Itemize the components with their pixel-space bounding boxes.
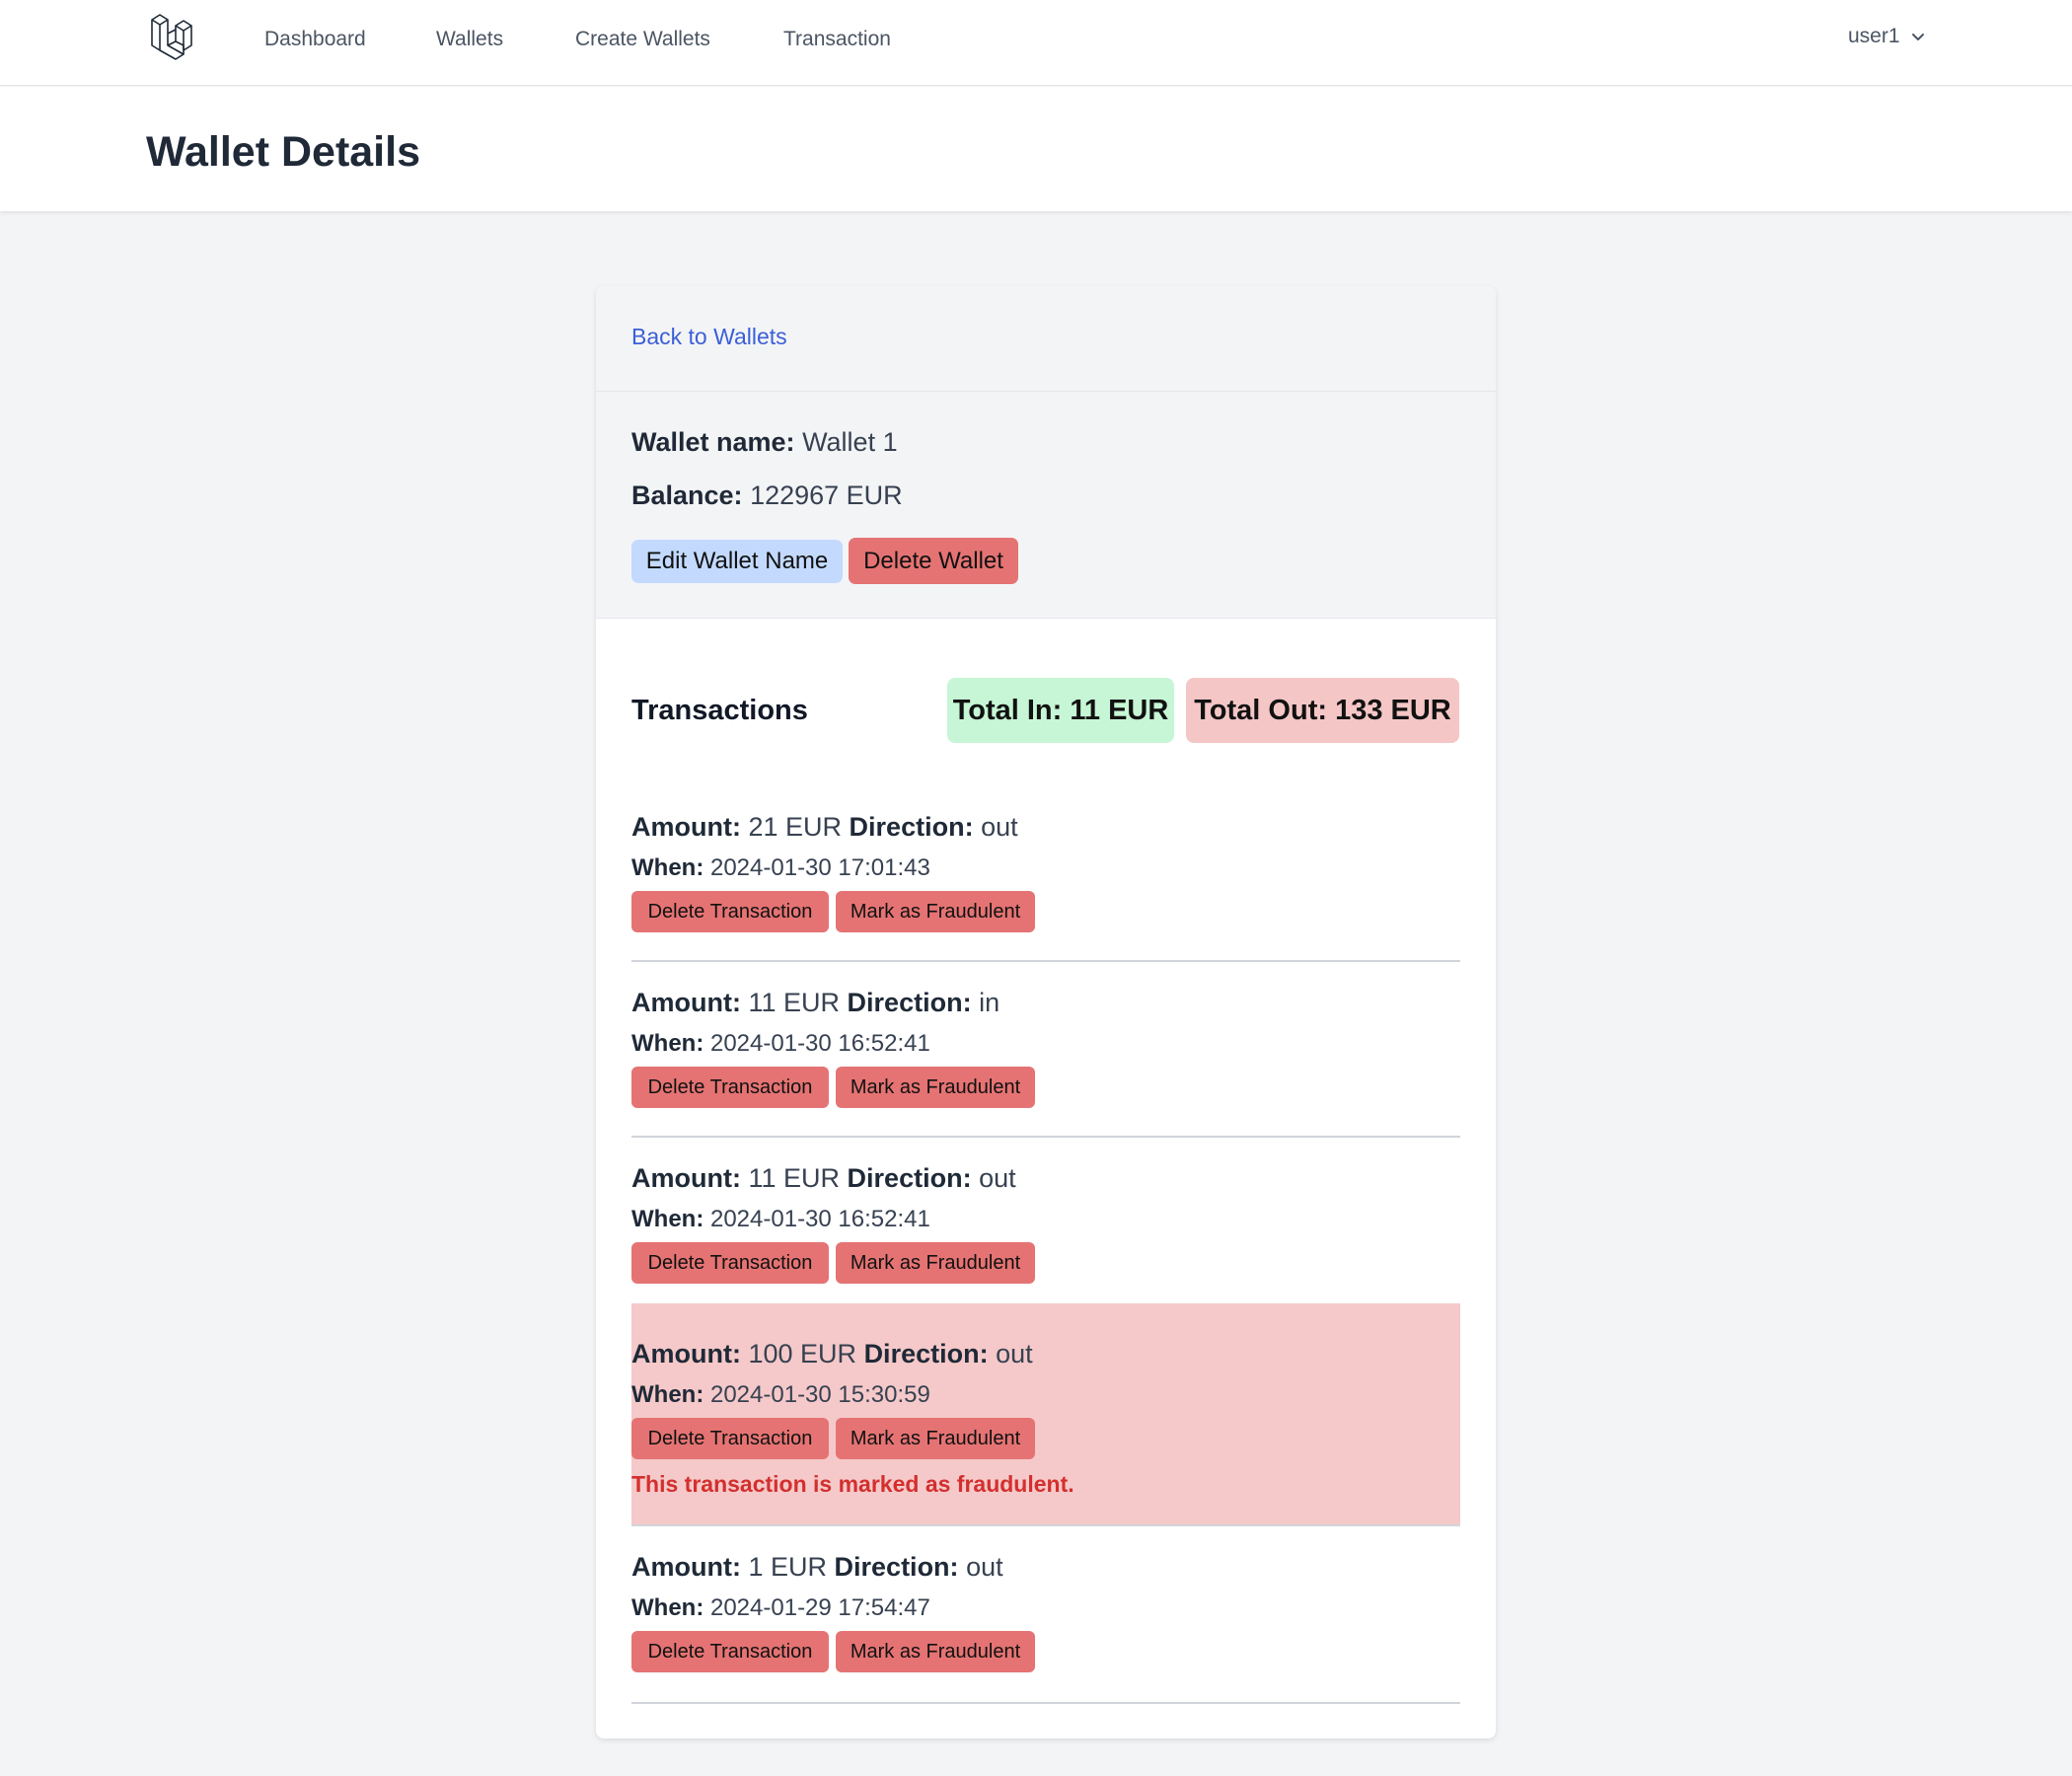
- amount-label: Amount:: [631, 1552, 741, 1582]
- amount-value: 11 EUR: [748, 988, 841, 1017]
- amount-label: Amount:: [631, 812, 741, 842]
- direction-value: out: [996, 1339, 1033, 1369]
- transaction-when-line: When: 2024-01-30 17:01:43: [631, 853, 930, 883]
- amount-value: 11 EUR: [748, 1163, 841, 1193]
- amount-value: 100 EUR: [748, 1339, 857, 1369]
- fraud-warning-message: This transaction is marked as fraudulent…: [631, 1471, 1074, 1497]
- delete-transaction-button[interactable]: Delete Transaction: [631, 1067, 829, 1108]
- when-value: 2024-01-30 15:30:59: [709, 1381, 930, 1408]
- wallet-name-label: Wallet name:: [631, 427, 795, 457]
- laravel-logo-icon[interactable]: [148, 12, 201, 63]
- direction-label: Direction:: [834, 1552, 959, 1582]
- delete-transaction-button[interactable]: Delete Transaction: [631, 1242, 829, 1284]
- balance-label: Balance:: [631, 481, 743, 510]
- chevron-down-icon: [1911, 34, 1924, 40]
- wallet-name-value: Wallet 1: [802, 427, 898, 457]
- transaction-when-line: When: 2024-01-30 15:30:59: [631, 1380, 930, 1410]
- transaction-amount-line: Amount: 1 EUR Direction: out: [631, 1550, 1003, 1584]
- mark-fraudulent-button[interactable]: Mark as Fraudulent: [836, 1631, 1035, 1672]
- edit-wallet-name-button[interactable]: Edit Wallet Name: [631, 540, 843, 583]
- transaction-when-line: When: 2024-01-29 17:54:47: [631, 1593, 930, 1623]
- delete-transaction-button[interactable]: Delete Transaction: [631, 891, 829, 932]
- when-value: 2024-01-30 16:52:41: [709, 1030, 930, 1057]
- when-label: When:: [631, 1030, 704, 1057]
- nav-dashboard[interactable]: Dashboard: [264, 27, 366, 52]
- direction-label: Direction:: [849, 812, 974, 842]
- direction-value: in: [979, 988, 1000, 1017]
- total-in-badge: Total In: 11 EUR: [947, 678, 1174, 743]
- amount-value: 21 EUR: [748, 812, 843, 842]
- page-header: Wallet Details: [0, 87, 2072, 211]
- amount-value: 1 EUR: [748, 1552, 828, 1582]
- mark-fraudulent-button[interactable]: Mark as Fraudulent: [836, 891, 1035, 932]
- when-value: 2024-01-30 17:01:43: [709, 854, 930, 881]
- amount-label: Amount:: [631, 988, 741, 1017]
- amount-label: Amount:: [631, 1163, 741, 1193]
- transaction-amount-line: Amount: 11 EUR Direction: in: [631, 986, 999, 1019]
- transaction-item: Amount: 21 EUR Direction: out When: 2024…: [631, 786, 1460, 962]
- amount-label: Amount:: [631, 1339, 741, 1369]
- transaction-item: Amount: 11 EUR Direction: in When: 2024-…: [631, 962, 1460, 1138]
- direction-value: out: [966, 1552, 1003, 1582]
- when-value: 2024-01-30 16:52:41: [709, 1206, 930, 1232]
- user-menu[interactable]: user1: [1848, 24, 1926, 49]
- balance-value: 122967 EUR: [750, 481, 903, 510]
- wallet-info-section: Wallet name: Wallet 1 Balance: 122967 EU…: [596, 392, 1496, 619]
- page-title: Wallet Details: [146, 128, 420, 176]
- direction-label: Direction:: [863, 1339, 989, 1369]
- direction-value: out: [981, 812, 1018, 842]
- mark-fraudulent-button[interactable]: Mark as Fraudulent: [836, 1418, 1035, 1459]
- back-to-wallets-link[interactable]: Back to Wallets: [631, 322, 787, 351]
- transactions-heading: Transactions: [631, 695, 808, 726]
- when-label: When:: [631, 1381, 704, 1408]
- transaction-amount-line: Amount: 21 EUR Direction: out: [631, 810, 1018, 844]
- transaction-when-line: When: 2024-01-30 16:52:41: [631, 1029, 930, 1059]
- when-value: 2024-01-29 17:54:47: [709, 1594, 930, 1621]
- when-label: When:: [631, 1206, 704, 1232]
- mark-fraudulent-button[interactable]: Mark as Fraudulent: [836, 1067, 1035, 1108]
- user-name: user1: [1848, 25, 1900, 47]
- wallet-name-line: Wallet name: Wallet 1: [631, 425, 898, 459]
- nav-create-wallets[interactable]: Create Wallets: [575, 27, 710, 52]
- wallet-card: Back to Wallets Wallet name: Wallet 1 Ba…: [596, 286, 1496, 1739]
- direction-value: out: [979, 1163, 1016, 1193]
- top-navigation: Dashboard Wallets Create Wallets Transac…: [0, 0, 2072, 86]
- transaction-when-line: When: 2024-01-30 16:52:41: [631, 1205, 930, 1234]
- when-label: When:: [631, 1594, 704, 1621]
- wallet-balance-line: Balance: 122967 EUR: [631, 479, 903, 512]
- total-out-badge: Total Out: 133 EUR: [1186, 678, 1459, 743]
- direction-label: Direction:: [847, 988, 972, 1017]
- mark-fraudulent-button[interactable]: Mark as Fraudulent: [836, 1242, 1035, 1284]
- nav-wallets[interactable]: Wallets: [436, 27, 503, 52]
- transaction-item: Amount: 11 EUR Direction: out When: 2024…: [631, 1138, 1460, 1313]
- card-top-section: Back to Wallets: [596, 286, 1496, 392]
- transaction-amount-line: Amount: 11 EUR Direction: out: [631, 1161, 1016, 1195]
- when-label: When:: [631, 854, 704, 881]
- delete-transaction-button[interactable]: Delete Transaction: [631, 1631, 829, 1672]
- transaction-item: Amount: 1 EUR Direction: out When: 2024-…: [631, 1526, 1460, 1704]
- transaction-item-fraudulent: Amount: 100 EUR Direction: out When: 202…: [631, 1303, 1460, 1526]
- transaction-amount-line: Amount: 100 EUR Direction: out: [631, 1337, 1033, 1370]
- delete-transaction-button[interactable]: Delete Transaction: [631, 1418, 829, 1459]
- nav-transaction[interactable]: Transaction: [783, 27, 891, 52]
- delete-wallet-button[interactable]: Delete Wallet: [849, 538, 1018, 584]
- direction-label: Direction:: [847, 1163, 972, 1193]
